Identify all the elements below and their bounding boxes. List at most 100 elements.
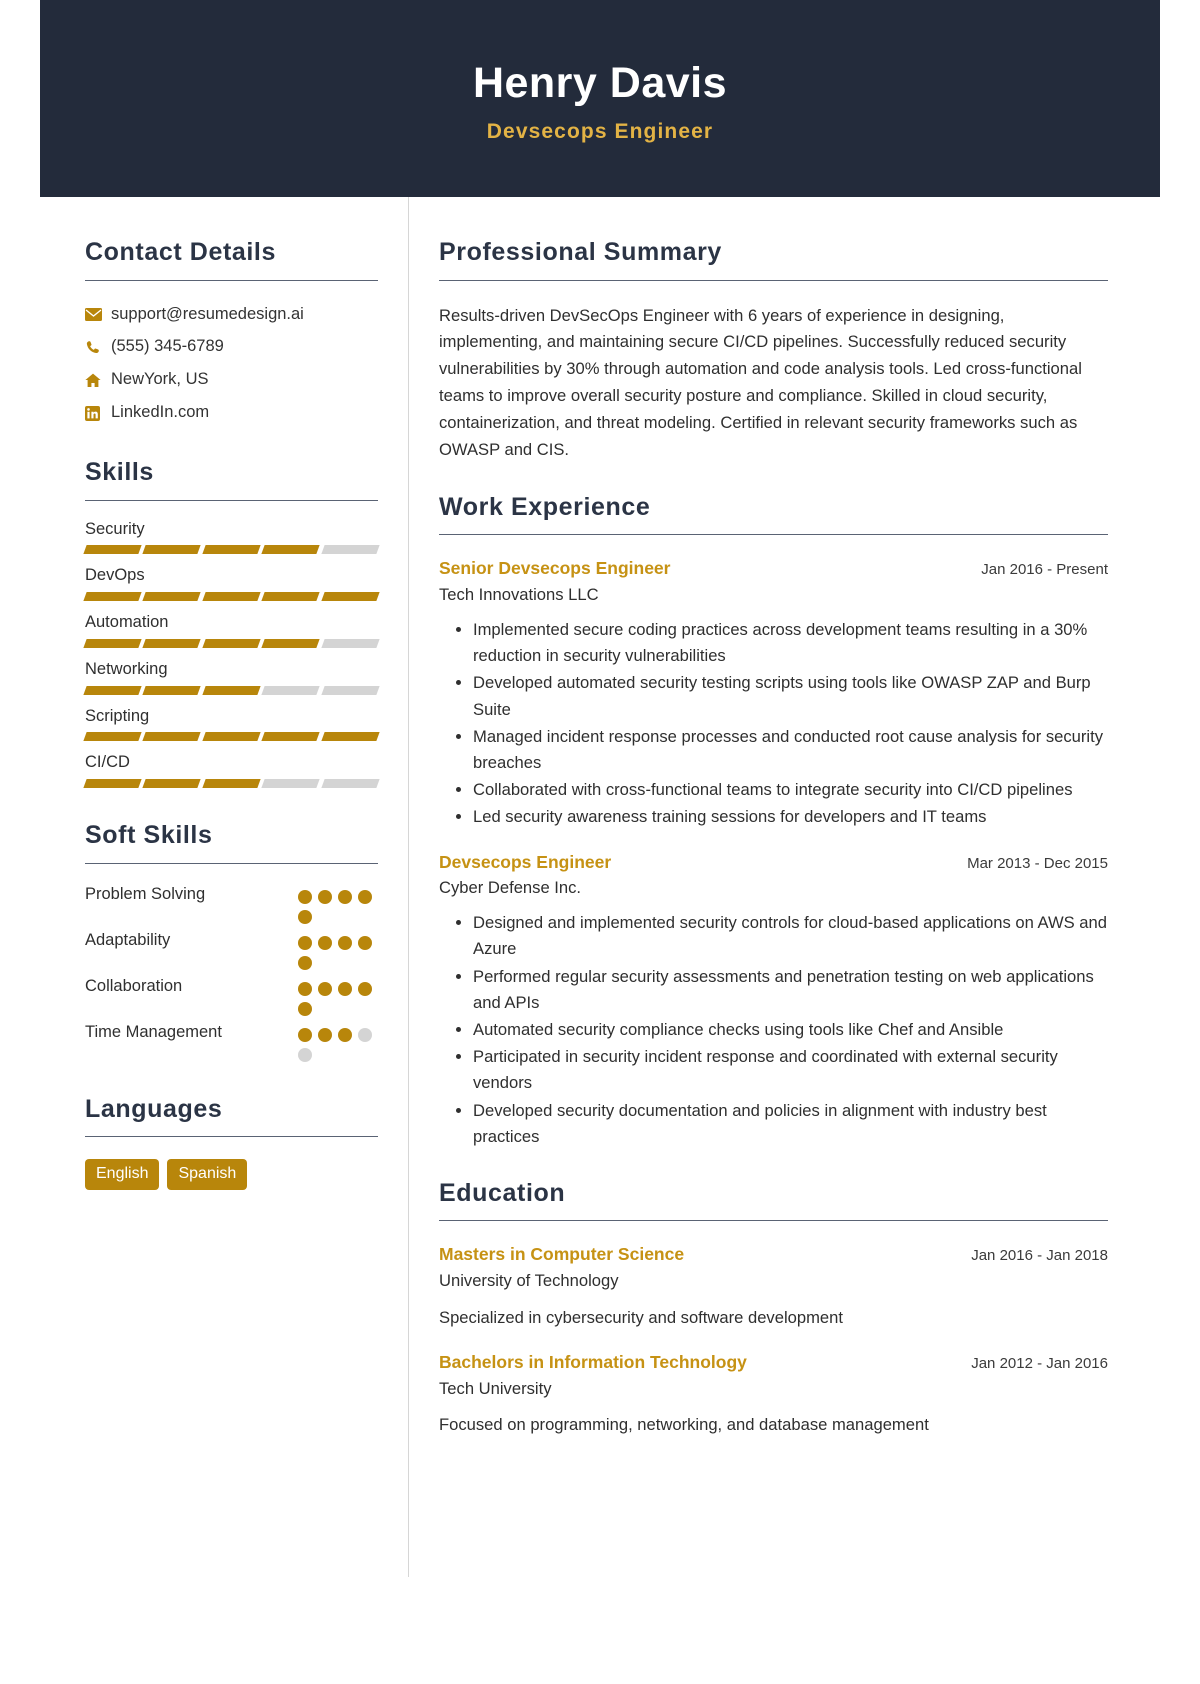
experience-role: Devsecops Engineer (439, 851, 612, 872)
education-entry-header: Masters in Computer Science Jan 2016 - Ja… (439, 1243, 1108, 1266)
education-heading: Education (439, 1178, 566, 1207)
skill-level-bar (83, 732, 380, 742)
experience-entry: Senior Devsecops Engineer Jan 2016 - Pres… (439, 557, 1108, 830)
skill-bar-segment (261, 779, 321, 789)
experience-entry-header: Senior Devsecops Engineer Jan 2016 - Pres… (439, 557, 1108, 580)
experience-bullet: Automated security compliance checks usi… (473, 1017, 1108, 1043)
rating-dot (318, 981, 332, 996)
experience-date-range: Jan 2016 - Present (981, 561, 1108, 579)
skills-list: Security DevOps Automation Networking Script… (83, 517, 380, 789)
skill-bar-segment (142, 638, 202, 648)
skill-level-bar (83, 545, 380, 555)
soft-skill-label: Problem Solving (85, 884, 206, 903)
education-degree: Masters in Computer Science (439, 1244, 685, 1265)
education-entry: Masters in Computer Science Jan 2016 - Ja… (439, 1243, 1108, 1330)
education-date-range: Jan 2012 - Jan 2016 (971, 1354, 1108, 1372)
skill-bar-segment (83, 545, 143, 555)
education-entry-header: Bachelors in Information Technology Jan 2… (439, 1351, 1108, 1374)
education-list: Masters in Computer Science Jan 2016 - Ja… (439, 1243, 1108, 1438)
skill-bar-segment (261, 545, 321, 555)
skill-bar-segment (320, 638, 380, 648)
soft-skills-list: Problem Solving Adaptability Collaboration… (85, 881, 378, 1062)
skill-bar-segment (83, 732, 143, 742)
experience-list: Senior Devsecops Engineer Jan 2016 - Pres… (439, 557, 1108, 1150)
contact-item-phone[interactable]: (555) 345-6789 (85, 335, 378, 359)
skill-row: Networking (83, 657, 380, 695)
rating-dot (318, 1027, 332, 1042)
contact-item-linkedin[interactable]: LinkedIn.com (85, 401, 378, 425)
skill-bar-segment (83, 592, 143, 602)
rating-dot (298, 955, 312, 970)
rating-dot (358, 935, 372, 950)
phone-icon (85, 340, 111, 355)
resume-header: Henry Davis Devsecops Engineer (40, 0, 1160, 197)
linkedin-icon (85, 405, 111, 421)
divider (85, 279, 378, 281)
skill-bar-segment (142, 779, 202, 789)
rating-dot (358, 981, 372, 996)
skill-bar-segment (261, 732, 321, 742)
contact-item-location[interactable]: NewYork, US (85, 368, 378, 392)
education-description: Specialized in cybersecurity and softwar… (439, 1308, 843, 1328)
rating-dot (318, 935, 332, 950)
skill-bar-segment (320, 685, 380, 695)
soft-skill-rating (298, 927, 378, 970)
soft-skill-label: Time Management (85, 1022, 222, 1041)
soft-skill-label: Collaboration (85, 976, 183, 995)
skill-row: Scripting (83, 704, 380, 742)
soft-skill-label: Adaptability (85, 930, 171, 949)
divider (85, 1136, 378, 1138)
rating-dot (338, 1027, 352, 1042)
resume-page: Henry Davis Devsecops Engineer Contact D… (40, 0, 1160, 1684)
soft-skill-row: Time Management (85, 1019, 378, 1062)
rating-dot (358, 889, 372, 904)
experience-bullet: Performed regular security assessments a… (473, 964, 1108, 1016)
experience-bullet: Led security awareness training sessions… (473, 804, 1108, 830)
education-description: Focused on programming, networking, and … (439, 1415, 929, 1435)
main-content: Professional Summary Results-driven DevS… (408, 197, 1160, 1577)
skill-bar-segment (261, 685, 321, 695)
experience-date-range: Mar 2013 - Dec 2015 (967, 854, 1108, 872)
experience-heading: Work Experience (439, 492, 651, 521)
contact-list: support@resumedesign.ai (555) 345-6789 N… (85, 303, 378, 426)
experience-bullet-list: Designed and implemented security contro… (439, 910, 1108, 1150)
skill-level-bar (83, 685, 380, 695)
experience-entry: Devsecops Engineer Mar 2013 - Dec 2015 Cyb… (439, 851, 1108, 1150)
language-badge[interactable]: English (85, 1159, 160, 1191)
rating-dot (298, 889, 312, 904)
divider (439, 1220, 1108, 1222)
experience-bullet: Implemented secure coding practices acro… (473, 617, 1108, 669)
envelope-icon (85, 307, 111, 321)
soft-skills-heading: Soft Skills (85, 821, 213, 850)
experience-bullet: Managed incident response processes and … (473, 724, 1108, 776)
summary-text: Results-driven DevSecOps Engineer with 6… (439, 305, 1082, 459)
skill-level-bar (83, 592, 380, 602)
experience-bullet: Developed automated security testing scr… (473, 670, 1108, 722)
skill-bar-segment (202, 638, 261, 648)
section-skills: Skills Security DevOps Automation Networkin… (83, 459, 380, 789)
rating-dot (338, 981, 352, 996)
section-soft-skills: Soft Skills Problem Solving Adaptability C… (85, 822, 378, 1062)
soft-skill-rating (298, 973, 378, 1016)
contact-value-email: support@resumedesign.ai (111, 304, 304, 323)
experience-role: Senior Devsecops Engineer (439, 558, 671, 579)
skill-bar-segment (261, 592, 321, 602)
skill-bar-segment (83, 685, 143, 695)
skill-bar-segment (142, 545, 202, 555)
contact-item-email[interactable]: support@resumedesign.ai (85, 303, 378, 327)
soft-skill-row: Collaboration (85, 973, 378, 1016)
divider (85, 499, 378, 501)
languages-heading: Languages (85, 1094, 223, 1123)
divider (439, 279, 1108, 281)
skill-bar-segment (202, 685, 261, 695)
skill-label: DevOps (85, 566, 145, 585)
education-degree: Bachelors in Information Technology (439, 1351, 747, 1372)
home-icon (85, 373, 111, 388)
soft-skill-rating (298, 881, 378, 924)
language-badge[interactable]: Spanish (167, 1159, 248, 1191)
skill-row: Automation (83, 610, 380, 648)
rating-dot (298, 981, 312, 996)
experience-bullet: Participated in security incident respon… (473, 1044, 1108, 1096)
section-professional-summary: Professional Summary Results-driven DevS… (439, 238, 1108, 464)
section-contact-details: Contact Details support@resumedesign.ai … (85, 238, 378, 426)
